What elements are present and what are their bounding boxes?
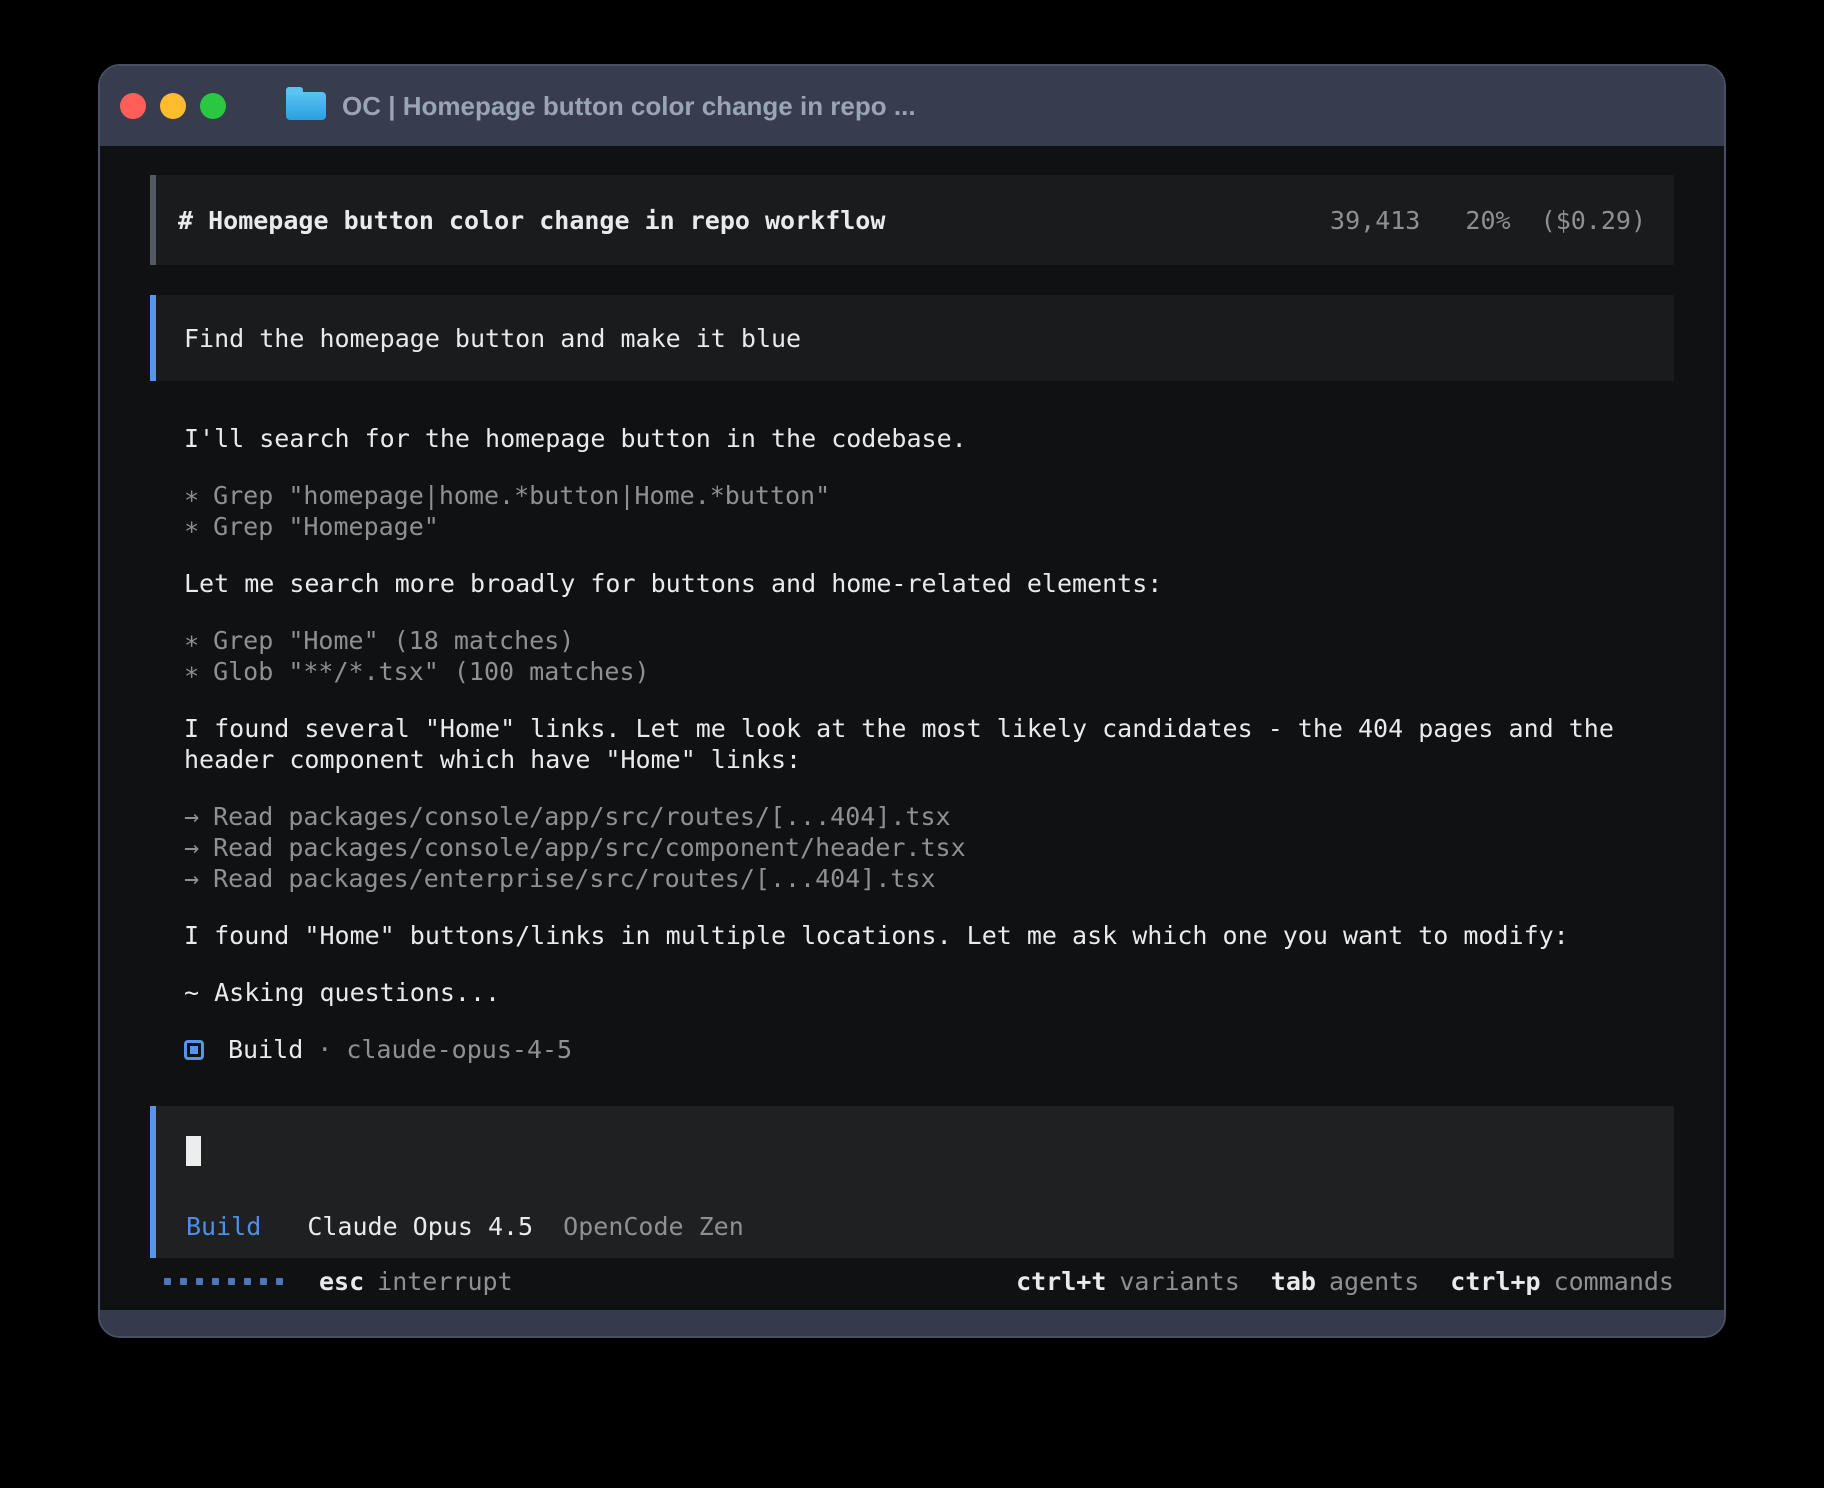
text-cursor <box>186 1136 201 1166</box>
tool-call-group: ∗ Grep "homepage|home.*button|Home.*butto… <box>184 480 1674 542</box>
minimize-button[interactable] <box>160 93 186 119</box>
assistant-paragraph: Let me search more broadly for buttons a… <box>184 568 1644 599</box>
agent-name: Build <box>228 1034 303 1065</box>
tool-call-group: → Read packages/console/app/src/routes/[.… <box>184 801 1674 894</box>
status-bar: esc interrupt ctrl+tvariants tabagents ct… <box>150 1266 1674 1296</box>
assistant-paragraph: I found several "Home" links. Let me loo… <box>184 713 1644 775</box>
tool-marker-icon: ∗ <box>184 511 199 542</box>
tool-call-read: → Read packages/console/app/src/component… <box>184 832 1674 863</box>
arrow-icon: → <box>184 863 199 894</box>
user-message: Find the homepage button and make it blu… <box>150 295 1674 381</box>
close-button[interactable] <box>120 93 146 119</box>
session-title: # Homepage button color change in repo w… <box>178 206 885 235</box>
session-content: # Homepage button color change in repo w… <box>100 146 1724 1310</box>
tool-call-text: Read packages/console/app/src/routes/[..… <box>213 802 951 831</box>
tool-call-grep: ∗ Grep "Home" (18 matches) <box>184 625 1674 656</box>
interrupt-hint: esc interrupt <box>319 1267 513 1296</box>
tool-call-glob: ∗ Glob "**/*.tsx" (100 matches) <box>184 656 1674 687</box>
esc-key-hint: esc <box>319 1267 364 1296</box>
tool-call-text: Grep "Homepage" <box>213 512 439 541</box>
title-bar[interactable]: OC | Homepage button color change in rep… <box>100 66 1724 146</box>
tool-call-text: Read packages/enterprise/src/routes/[...… <box>213 864 935 893</box>
assistant-paragraph: I found "Home" buttons/links in multiple… <box>184 920 1644 951</box>
input-provider-label: OpenCode Zen <box>563 1212 744 1241</box>
spinner-dots-icon <box>164 1278 283 1285</box>
window-footer <box>100 1310 1724 1336</box>
assistant-transcript: I'll search for the homepage button in t… <box>150 423 1674 1065</box>
tool-call-grep: ∗ Grep "homepage|home.*button|Home.*butto… <box>184 480 1674 511</box>
agent-model: claude-opus-4-5 <box>346 1034 572 1065</box>
assistant-paragraph: I'll search for the homepage button in t… <box>184 423 1644 454</box>
window-title: OC | Homepage button color change in rep… <box>342 91 916 122</box>
tool-call-read: → Read packages/enterprise/src/routes/[..… <box>184 863 1674 894</box>
variants-hint: ctrl+tvariants <box>1016 1267 1240 1296</box>
tool-marker-icon: ∗ <box>184 625 199 656</box>
arrow-icon: → <box>184 801 199 832</box>
user-message-text: Find the homepage button and make it blu… <box>184 324 801 353</box>
terminal-window: OC | Homepage button color change in rep… <box>98 64 1726 1338</box>
tool-call-group: ∗ Grep "Home" (18 matches) ∗ Glob "**/*.ts… <box>184 625 1674 687</box>
tool-call-text: Glob "**/*.tsx" (100 matches) <box>213 657 650 686</box>
context-percent: 20% <box>1465 206 1510 235</box>
agent-status-line: Build · claude-opus-4-5 <box>184 1034 1674 1065</box>
tool-call-read: → Read packages/console/app/src/routes/[.… <box>184 801 1674 832</box>
activity-status: ~ Asking questions... <box>184 977 1674 1008</box>
session-cost: ($0.29) <box>1541 206 1646 235</box>
session-header: # Homepage button color change in repo w… <box>150 175 1674 265</box>
tool-call-grep: ∗ Grep "Homepage" <box>184 511 1674 542</box>
input-agent-label[interactable]: Build <box>186 1212 261 1241</box>
input-model-label[interactable]: Claude Opus 4.5 <box>307 1212 533 1241</box>
tool-call-text: Grep "Home" (18 matches) <box>213 626 574 655</box>
tool-marker-icon: ∗ <box>184 656 199 687</box>
tool-marker-icon: ∗ <box>184 480 199 511</box>
folder-icon <box>286 92 326 120</box>
token-count: 39,413 <box>1330 206 1420 235</box>
commands-hint: ctrl+pcommands <box>1450 1267 1674 1296</box>
interrupt-label: interrupt <box>377 1267 512 1296</box>
prompt-input[interactable]: Build Claude Opus 4.5 OpenCode Zen <box>150 1106 1674 1258</box>
zoom-button[interactable] <box>200 93 226 119</box>
agents-hint: tabagents <box>1271 1267 1419 1296</box>
separator-dot: · <box>317 1034 332 1065</box>
session-stats: 39,413 20% ($0.29) <box>1330 206 1646 235</box>
arrow-icon: → <box>184 832 199 863</box>
shortcut-hints: ctrl+tvariants tabagents ctrl+pcommands <box>1016 1267 1674 1296</box>
tool-call-text: Read packages/console/app/src/component/… <box>213 833 966 862</box>
agent-build-icon <box>184 1040 204 1060</box>
tool-call-text: Grep "homepage|home.*button|Home.*button… <box>213 481 830 510</box>
input-meta-bar: Build Claude Opus 4.5 OpenCode Zen <box>186 1212 1646 1242</box>
